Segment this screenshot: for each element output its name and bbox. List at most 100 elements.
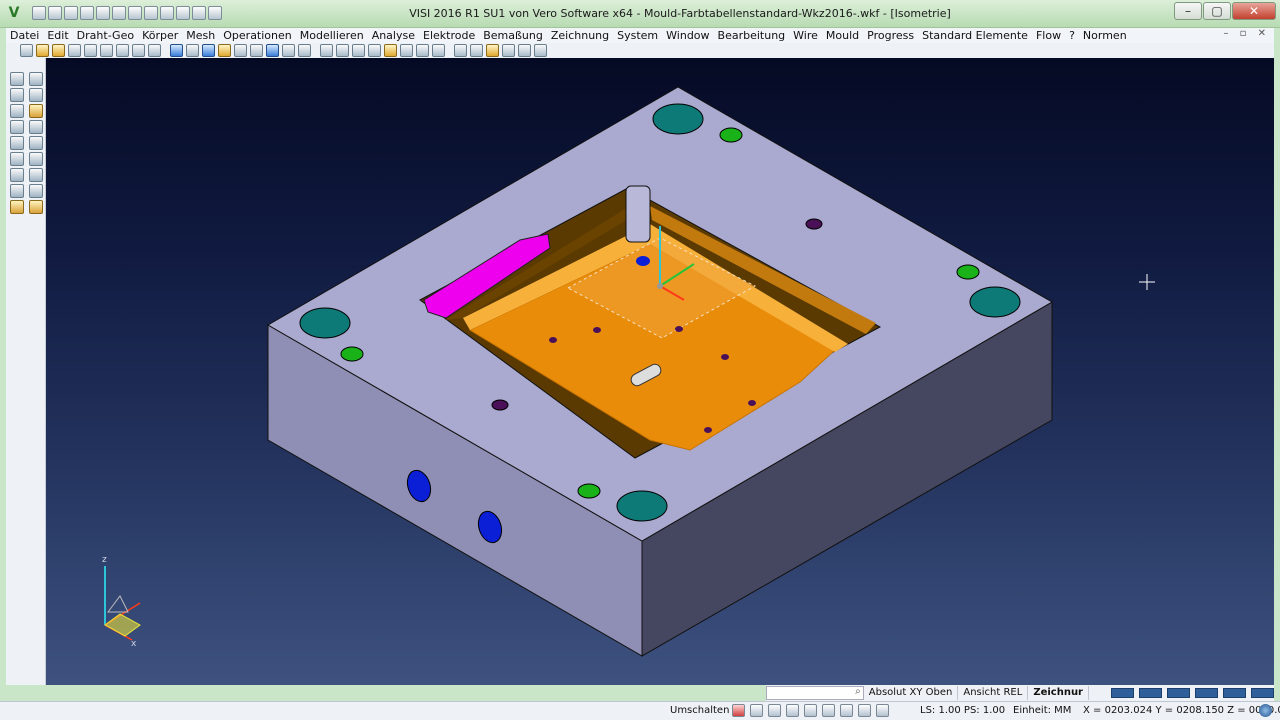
hidden-line-icon[interactable] [352, 44, 365, 57]
curve-tool-icon[interactable] [10, 120, 24, 134]
maximize-button[interactable]: ▢ [1203, 2, 1231, 20]
menu-analyse[interactable]: Analyse [368, 29, 419, 43]
view-slot-6[interactable] [1251, 688, 1274, 698]
menu-bearbeitung[interactable]: Bearbeitung [714, 29, 790, 43]
view-side-icon[interactable] [234, 44, 247, 57]
view-slot-2[interactable] [1139, 688, 1162, 698]
analysis-icon[interactable] [416, 44, 429, 57]
help-icon[interactable] [786, 704, 799, 717]
menu-bemassung[interactable]: Bemaßung [479, 29, 547, 43]
import-icon[interactable] [128, 6, 142, 20]
properties-icon[interactable] [486, 44, 499, 57]
measure-icon[interactable] [454, 44, 467, 57]
menu-mesh[interactable]: Mesh [182, 29, 219, 43]
menu-help[interactable]: ? [1065, 29, 1079, 43]
tab-ansicht-rel[interactable]: Ansicht REL [958, 686, 1029, 700]
zoom-all-icon[interactable] [298, 44, 311, 57]
menu-operationen[interactable]: Operationen [219, 29, 295, 43]
layers-icon[interactable] [804, 704, 817, 717]
inspect-icon[interactable] [470, 44, 483, 57]
open-folder-icon[interactable] [64, 6, 78, 20]
select-tool-icon[interactable] [10, 72, 24, 86]
point-tool-icon[interactable] [10, 104, 24, 118]
copy-image-icon[interactable] [518, 44, 531, 57]
menu-elektrode[interactable]: Elektrode [419, 29, 479, 43]
view-top-icon[interactable] [202, 44, 215, 57]
note-tool-icon[interactable] [29, 104, 43, 118]
printer-icon[interactable] [116, 44, 129, 57]
menu-mould[interactable]: Mould [822, 29, 863, 43]
new-file-icon[interactable] [32, 6, 46, 20]
open-icon[interactable] [36, 44, 49, 57]
toggle-label[interactable]: Umschalten [670, 705, 729, 716]
view-slot-1[interactable] [1111, 688, 1134, 698]
view-slot-5[interactable] [1223, 688, 1246, 698]
dimension-tool-icon[interactable] [29, 168, 43, 182]
view-front-icon[interactable] [186, 44, 199, 57]
view-back-icon[interactable] [250, 44, 263, 57]
new-icon[interactable] [20, 44, 33, 57]
shading-icon[interactable] [132, 44, 145, 57]
clipboard-icon[interactable] [502, 44, 515, 57]
draft-icon[interactable] [432, 44, 445, 57]
list-icon[interactable] [840, 704, 853, 717]
open-file-icon[interactable] [48, 6, 62, 20]
surface-tool-icon[interactable] [29, 136, 43, 150]
globe-icon[interactable] [1259, 704, 1272, 717]
filter-icon[interactable] [768, 704, 781, 717]
tab-absolut-xy[interactable]: Absolut XY Oben [864, 686, 959, 700]
cube-icon[interactable] [822, 704, 835, 717]
menu-window[interactable]: Window [662, 29, 713, 43]
menu-progress[interactable]: Progress [863, 29, 918, 43]
close-button[interactable]: ✕ [1232, 2, 1276, 20]
mdi-window-controls[interactable]: – ▫ ✕ [1223, 28, 1270, 39]
minimize-button[interactable]: – [1174, 2, 1202, 20]
section-icon[interactable] [368, 44, 381, 57]
line-select-icon[interactable] [29, 88, 43, 102]
settings-icon[interactable] [144, 6, 158, 20]
solid-tool-icon[interactable] [10, 136, 24, 150]
folder-icon[interactable] [52, 44, 65, 57]
menu-wire[interactable]: Wire [789, 29, 822, 43]
view-slot-3[interactable] [1167, 688, 1190, 698]
cut-tool-icon[interactable] [10, 200, 24, 214]
3d-viewport[interactable]: z x [46, 58, 1274, 685]
zoom-icon[interactable] [282, 44, 295, 57]
menu-system[interactable]: System [613, 29, 662, 43]
menu-draht-geo[interactable]: Draht-Geo [73, 29, 138, 43]
view-slot-4[interactable] [1195, 688, 1218, 698]
export-file-icon[interactable] [100, 44, 113, 57]
save-icon[interactable] [80, 6, 94, 20]
rotate-view-icon[interactable] [170, 44, 183, 57]
view-iso-icon[interactable] [218, 44, 231, 57]
box-select-icon[interactable] [10, 88, 24, 102]
rotate-tool-icon[interactable] [10, 152, 24, 166]
menu-koerper[interactable]: Körper [138, 29, 182, 43]
pick-tool-icon[interactable] [29, 72, 43, 86]
menu-normen[interactable]: Normen [1079, 29, 1131, 43]
visi-logo-icon[interactable]: V [6, 5, 22, 21]
wireframe-icon[interactable] [336, 44, 349, 57]
query-tool-icon[interactable] [10, 168, 24, 182]
command-search[interactable]: ⌕ [766, 686, 864, 700]
snap-icon[interactable] [750, 704, 763, 717]
menu-edit[interactable]: Edit [43, 29, 72, 43]
link-tool-icon[interactable] [29, 184, 43, 198]
render-icon[interactable] [160, 6, 174, 20]
menu-flow[interactable]: Flow [1032, 29, 1065, 43]
print-icon[interactable] [96, 6, 110, 20]
layer-icon[interactable] [400, 44, 413, 57]
stop-icon[interactable] [732, 704, 745, 717]
more-icon[interactable] [208, 6, 222, 20]
highlight-icon[interactable] [384, 44, 397, 57]
save-disk-icon[interactable] [68, 44, 81, 57]
grid-icon[interactable] [876, 704, 889, 717]
redo-icon[interactable] [192, 6, 206, 20]
undo-icon[interactable] [176, 6, 190, 20]
tab-zeichnung[interactable]: Zeichnur [1028, 686, 1089, 700]
view-bottom-icon[interactable] [266, 44, 279, 57]
trim-tool-icon[interactable] [29, 120, 43, 134]
menu-standard-elemente[interactable]: Standard Elemente [918, 29, 1032, 43]
view-frame-icon[interactable] [148, 44, 161, 57]
menu-datei[interactable]: Datei [6, 29, 43, 43]
